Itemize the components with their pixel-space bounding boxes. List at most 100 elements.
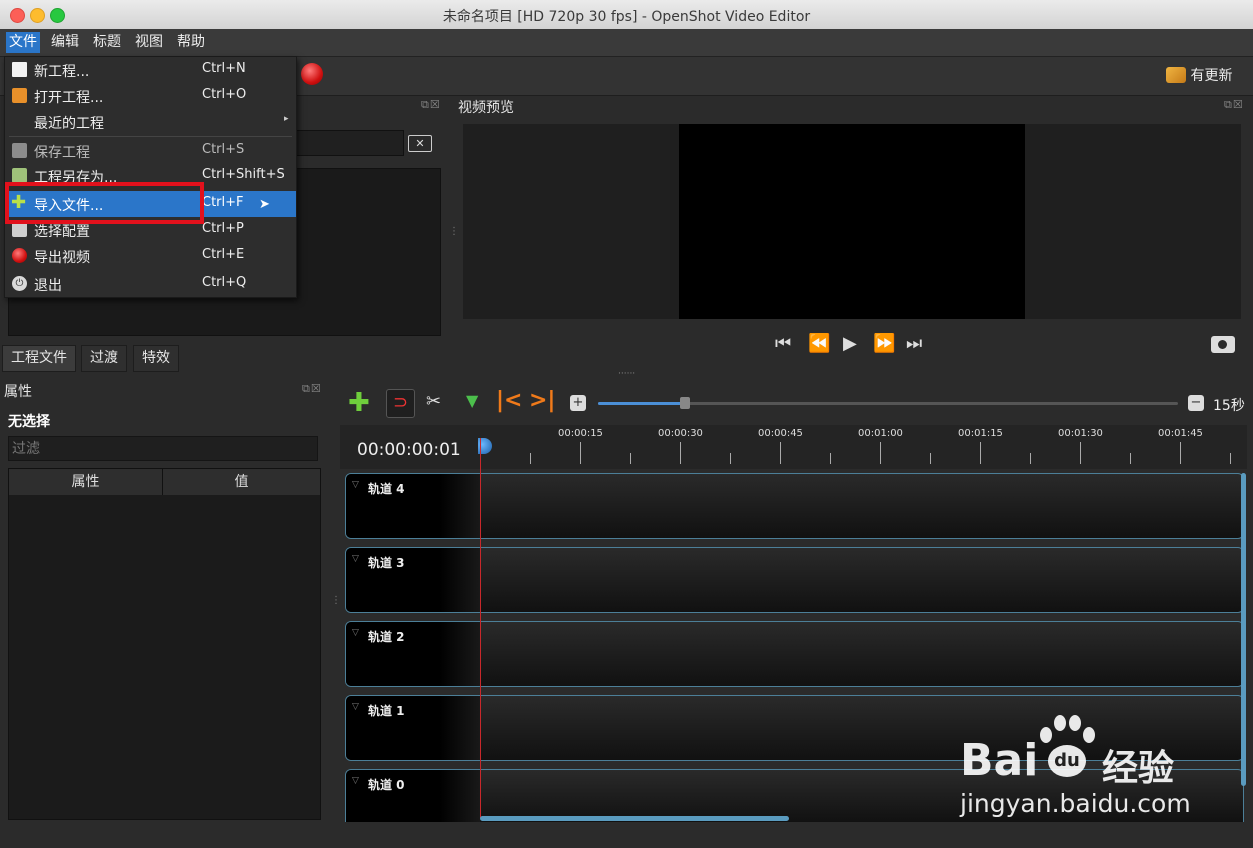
track-label: 轨道 4 — [368, 482, 405, 496]
collapse-icon[interactable]: ▽ — [352, 554, 359, 564]
menu-item-open-project[interactable]: 打开工程... Ctrl+O — [5, 83, 296, 109]
track-header[interactable]: ▽ 轨道 0 — [346, 770, 480, 822]
timeline-toolbar: ✚ ⊃ ✂ ▼ |< >| + − 15秒 — [340, 386, 1253, 420]
jump-end-icon[interactable]: ⏭ — [906, 333, 922, 354]
ruler-tick — [1130, 453, 1131, 464]
zoom-slider-handle[interactable] — [680, 397, 690, 409]
mouse-cursor-icon: ➤ — [259, 197, 270, 212]
collapse-icon[interactable]: ▽ — [352, 776, 359, 786]
ruler-tick — [830, 453, 831, 464]
save-as-icon — [12, 168, 27, 183]
ruler-tick-label: 00:00:15 — [558, 428, 603, 439]
ruler-tick — [1030, 453, 1031, 464]
track-label: 轨道 1 — [368, 704, 405, 718]
menu-file[interactable]: 文件 — [6, 32, 40, 53]
record-icon — [12, 248, 27, 263]
zoom-out-icon[interactable]: − — [1188, 395, 1204, 411]
splitter-handle[interactable]: ⋮ — [449, 226, 459, 237]
next-marker-icon[interactable]: >| — [529, 388, 555, 413]
ruler-tick — [980, 442, 981, 464]
previous-marker-icon[interactable]: |< — [496, 388, 522, 413]
zoom-slider[interactable] — [598, 397, 1178, 409]
ruler-tick-label: 00:01:00 — [858, 428, 903, 439]
files-filter-input[interactable] — [294, 130, 404, 156]
track-label: 轨道 0 — [368, 778, 405, 792]
razor-icon[interactable]: ✂ — [426, 391, 441, 412]
tab-project-files[interactable]: 工程文件 — [2, 345, 76, 372]
baidu-watermark: Bai du 经验 jingyan.baidu.com — [960, 715, 1191, 818]
update-available-button[interactable]: 有更新 — [1166, 65, 1232, 85]
play-icon[interactable]: ▶ — [843, 333, 857, 354]
zoom-in-icon[interactable]: + — [570, 395, 586, 411]
ruler-tick-label: 00:01:45 — [1158, 428, 1203, 439]
splitter-handle[interactable]: ······ — [618, 369, 635, 379]
add-marker-icon[interactable]: ▼ — [466, 391, 478, 410]
ruler-tick — [580, 442, 581, 464]
track-label: 轨道 2 — [368, 630, 405, 644]
window-title: 未命名项目 [HD 720p 30 fps] - OpenShot Video … — [442, 9, 811, 25]
add-track-icon[interactable]: ✚ — [348, 390, 370, 416]
paw-icon: du — [1038, 715, 1096, 779]
splitter-handle[interactable]: ⋮ — [331, 595, 341, 606]
menu-item-recent-projects[interactable]: 最近的工程 ▸ — [5, 109, 296, 135]
zoom-level-label: 15秒 — [1213, 398, 1245, 414]
tab-effects[interactable]: 特效 — [133, 345, 179, 372]
menu-title[interactable]: 标题 — [90, 32, 124, 53]
jump-start-icon[interactable]: ⏮ — [775, 333, 791, 354]
snapping-magnet-icon[interactable]: ⊃ — [386, 389, 415, 418]
tab-transitions[interactable]: 过渡 — [81, 345, 127, 372]
annotation-highlight-box — [5, 182, 204, 224]
ruler-tick — [880, 442, 881, 464]
menu-item-export-video[interactable]: 导出视频 Ctrl+E — [5, 243, 296, 269]
collapse-icon[interactable]: ▽ — [352, 628, 359, 638]
timeline-horizontal-scrollbar[interactable] — [480, 816, 789, 821]
zoom-slider-fill — [598, 402, 685, 405]
properties-dock-buttons[interactable]: ⧉☒ — [302, 382, 322, 396]
fast-forward-icon[interactable]: ⏩ — [873, 333, 895, 354]
clear-filter-icon[interactable]: ✕ — [408, 135, 432, 152]
baidu-logo: Bai — [960, 735, 1039, 786]
collapse-icon[interactable]: ▽ — [352, 702, 359, 712]
track-header[interactable]: ▽ 轨道 1 — [346, 696, 480, 760]
ruler-tick — [730, 453, 731, 464]
properties-table[interactable]: 属性 值 — [8, 468, 321, 820]
track-header[interactable]: ▽ 轨道 2 — [346, 622, 480, 686]
menu-bar: 文件 编辑 标题 视图 帮助 — [0, 29, 1253, 57]
menu-item-new-project[interactable]: 新工程... Ctrl+N — [5, 57, 296, 83]
menu-item-quit[interactable]: ⏻ 退出 Ctrl+Q — [5, 271, 296, 297]
export-video-button[interactable] — [301, 63, 323, 85]
package-icon — [1166, 67, 1186, 83]
timecode-display: 00:00:00:01 — [357, 440, 461, 460]
column-header-value[interactable]: 值 — [163, 469, 320, 495]
playhead-line — [480, 438, 481, 818]
selection-label: 无选择 — [8, 414, 50, 430]
video-frame — [679, 124, 1025, 319]
save-icon — [12, 143, 27, 158]
camera-icon[interactable] — [1211, 336, 1235, 353]
ruler-tick-label: 00:01:15 — [958, 428, 1003, 439]
files-dock-buttons[interactable]: ⧉☒ — [421, 98, 441, 112]
track-header[interactable]: ▽ 轨道 4 — [346, 474, 480, 538]
power-icon: ⏻ — [12, 276, 27, 291]
track-label: 轨道 3 — [368, 556, 405, 570]
ruler-tick — [630, 453, 631, 464]
column-header-property[interactable]: 属性 — [9, 469, 163, 495]
ruler-tick — [1230, 453, 1231, 464]
file-menu-dropdown: 新工程... Ctrl+N 打开工程... Ctrl+O 最近的工程 ▸ 保存工… — [4, 56, 297, 298]
track-header[interactable]: ▽ 轨道 3 — [346, 548, 480, 612]
rewind-icon[interactable]: ⏪ — [808, 333, 830, 354]
timeline-vertical-scrollbar[interactable] — [1241, 473, 1246, 786]
new-file-icon — [12, 62, 27, 77]
ruler-tick-label: 00:00:30 — [658, 428, 703, 439]
ruler-tick — [680, 442, 681, 464]
menu-help[interactable]: 帮助 — [174, 32, 208, 53]
ruler-tick — [780, 442, 781, 464]
menu-item-save-project[interactable]: 保存工程 Ctrl+S — [5, 138, 296, 164]
preview-dock-buttons[interactable]: ⧉☒ — [1224, 98, 1244, 112]
ruler-tick-label: 00:01:30 — [1058, 428, 1103, 439]
collapse-icon[interactable]: ▽ — [352, 480, 359, 490]
window-titlebar: 未命名项目 [HD 720p 30 fps] - OpenShot Video … — [0, 0, 1253, 30]
properties-filter-input[interactable]: 过滤 — [8, 436, 318, 461]
menu-view[interactable]: 视图 — [132, 32, 166, 53]
menu-edit[interactable]: 编辑 — [48, 32, 82, 53]
